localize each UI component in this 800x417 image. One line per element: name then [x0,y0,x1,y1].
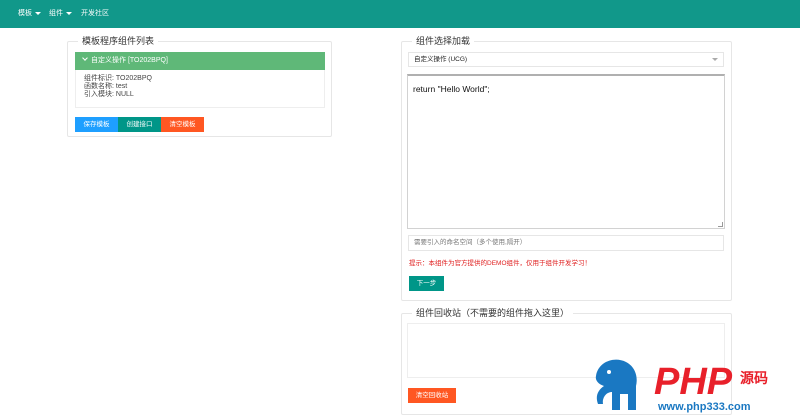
import-module-line: 引入模块: NULL [84,91,134,98]
component-accordion-header[interactable]: 自定义操作 [TO202BPQ] [75,52,325,70]
watermark-brand-suffix: 源码 [740,370,768,387]
panel-title: 组件选择加载 [412,35,475,48]
nav-item-label: 模板 [18,10,32,17]
demo-tip: 提示：本组件为官方提供的DEMO组件，仅用于组件开发学习！ [409,260,591,267]
code-text: return "Hello World"; [413,84,490,94]
chevron-down-icon [82,55,88,61]
component-header-label: 自定义操作 [TO202BPQ] [91,57,168,64]
resize-handle-icon[interactable] [718,222,723,227]
caret-down-icon [66,11,72,15]
top-nav-bar: 模板 组件 开发社区 [0,0,800,28]
namespace-placeholder: 需要引入的命名空间（多个使用,隔开） [414,239,527,246]
namespace-input[interactable]: 需要引入的命名空间（多个使用,隔开） [408,235,724,251]
watermark-brand: PHP [654,361,733,403]
caret-down-icon [35,11,41,15]
elephant-icon [595,359,637,410]
component-select[interactable]: 自定义操作 (UCG) [408,52,724,67]
chevron-down-icon [712,58,718,61]
watermark-url: www.php333.com [657,401,751,413]
component-details: 组件标识: TO202BPQ 函数名称: test 引入模块: NULL [75,70,325,108]
elephant-eye [607,370,611,374]
next-step-button[interactable]: 下一步 [409,276,444,291]
save-template-button[interactable]: 保存模板 [75,117,118,132]
panel-title: 组件回收站（不需要的组件拖入这里） [412,307,574,320]
nav-item-components[interactable]: 组件 [49,0,72,28]
selected-component: 自定义操作 (UCG) [414,56,468,63]
nav-item-templates[interactable]: 模板 [18,0,41,28]
panel-title: 模板程序组件列表 [78,35,159,48]
code-editor[interactable]: return "Hello World"; [407,74,725,229]
clear-template-button[interactable]: 清空模板 [161,117,204,132]
create-api-button[interactable]: 创建接口 [118,117,161,132]
watermark-graphic: PHP 源码 www.php333.com [595,359,768,413]
function-name-line: 函数名称: test [84,83,128,90]
clear-recycle-bin-button[interactable]: 清空回收站 [408,388,456,403]
watermark-logo: PHP 源码 www.php333.com [592,352,800,415]
component-id-line: 组件标识: TO202BPQ [84,75,152,82]
nav-item-label: 组件 [49,10,63,17]
nav-item-dev-community[interactable]: 开发社区 [81,0,109,28]
nav-item-label: 开发社区 [81,10,109,17]
